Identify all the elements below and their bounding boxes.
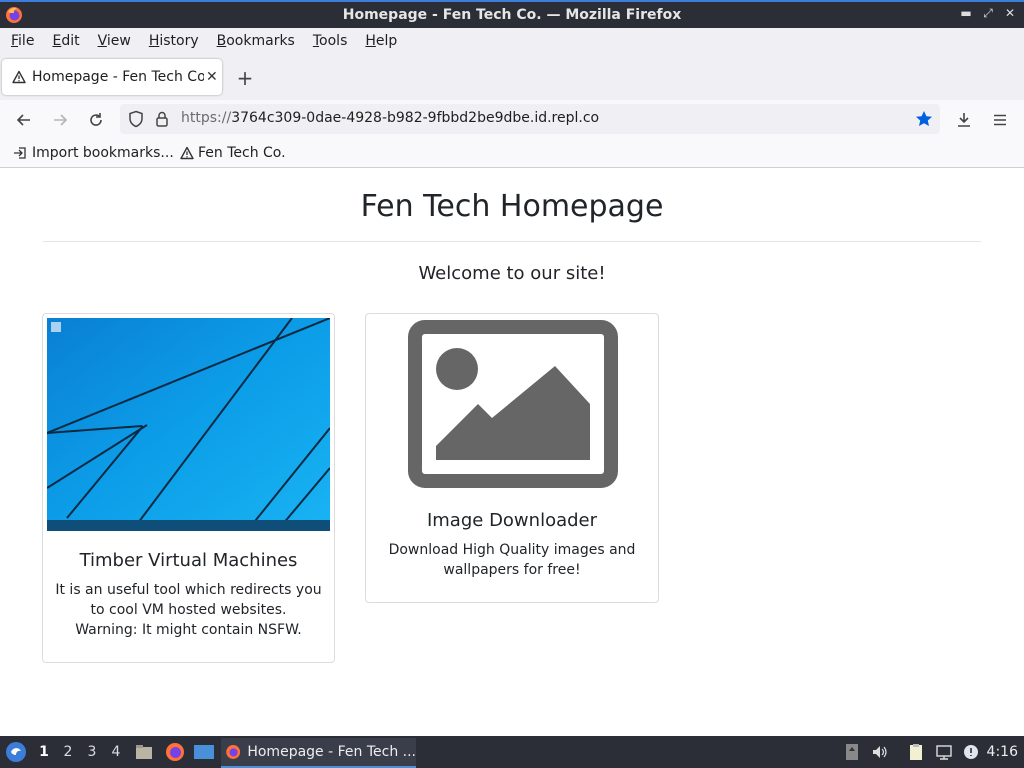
- wallpaper-lines: [47, 318, 330, 531]
- close-icon[interactable]: ✕: [1004, 6, 1016, 21]
- maximize-icon[interactable]: ⤢: [982, 6, 994, 21]
- forward-arrow-icon[interactable]: [49, 109, 71, 131]
- firefox-task-icon: [226, 745, 241, 759]
- network-icon[interactable]: [935, 743, 953, 761]
- clock: 4:16: [986, 744, 1018, 760]
- system-taskbar: 1 2 3 4 Homepage - Fen Tech ... 4:16: [0, 736, 1024, 768]
- bookmark-import-label: Import bookmarks...: [32, 145, 174, 161]
- menu-view-accel: V: [97, 33, 107, 49]
- menu-view-label: iew: [106, 33, 131, 49]
- bookmark-import[interactable]: Import bookmarks...: [12, 145, 174, 161]
- tab-homepage[interactable]: Homepage - Fen Tech Co. ✕: [2, 59, 222, 95]
- tab-label: Homepage - Fen Tech Co.: [32, 69, 204, 85]
- reload-icon[interactable]: [85, 109, 107, 131]
- taskbar-task-firefox[interactable]: Homepage - Fen Tech ...: [221, 738, 416, 768]
- volume-icon[interactable]: [871, 743, 889, 761]
- downloads-icon[interactable]: [953, 109, 975, 131]
- close-tab-icon[interactable]: ✕: [206, 69, 218, 85]
- menu-tools-label: ools: [319, 33, 348, 49]
- url-protocol: https://: [181, 110, 232, 126]
- bookmarks-bar: Import bookmarks... Fen Tech Co.: [0, 138, 1024, 168]
- menu-tools[interactable]: Tools: [306, 33, 355, 49]
- card-title-image-downloader: Image Downloader: [426, 510, 598, 531]
- navigation-bar: https://3764c309-0dae-4928-b982-9fbbd2be…: [0, 100, 1024, 138]
- menu-bookmarks-accel: B: [216, 33, 227, 49]
- taskbar-task-label: Homepage - Fen Tech ...: [247, 744, 416, 760]
- tab-strip: Homepage - Fen Tech Co. ✕ +: [0, 54, 1024, 100]
- tracking-shield-icon[interactable]: [128, 110, 144, 128]
- menu-help-accel: H: [365, 33, 376, 49]
- notification-icon[interactable]: [962, 743, 980, 761]
- file-manager-icon[interactable]: [134, 742, 154, 762]
- menu-bookmarks-label: ookmarks: [226, 33, 295, 49]
- menu-bar: File Edit View History Bookmarks Tools H…: [0, 28, 1024, 54]
- image-placeholder-icon: [408, 320, 618, 488]
- minimize-icon[interactable]: ▬: [960, 6, 972, 21]
- workspace-4[interactable]: 4: [109, 744, 123, 760]
- menu-file-accel: F: [11, 33, 19, 49]
- card-text-image-downloader: Download High Quality images and wallpap…: [388, 542, 636, 578]
- menu-file-label: ile: [18, 33, 35, 49]
- warning-triangle-icon: [180, 146, 194, 160]
- menu-edit-label: dit: [61, 33, 80, 49]
- menu-view[interactable]: View: [91, 33, 138, 49]
- menu-file[interactable]: File: [4, 33, 41, 49]
- warning-triangle-icon: [12, 70, 26, 84]
- card-timber-vm[interactable]: Timber Virtual Machines It is an useful …: [42, 313, 335, 663]
- window-titlebar: Homepage - Fen Tech Co. — Mozilla Firefo…: [0, 0, 1024, 28]
- workspace-2[interactable]: 2: [61, 744, 75, 760]
- bookmark-fen-tech-label: Fen Tech Co.: [198, 145, 286, 161]
- desktop-screenshot-image: [47, 318, 330, 531]
- menu-bookmarks[interactable]: Bookmarks: [210, 33, 302, 49]
- menu-edit-accel: E: [52, 33, 62, 49]
- url-text: https://3764c309-0dae-4928-b982-9fbbd2be…: [181, 110, 599, 126]
- hamburger-menu-icon[interactable]: [989, 109, 1011, 131]
- menu-help[interactable]: Help: [358, 33, 404, 49]
- url-host: 3764c309-0dae-4928-b982-9fbbd2be9dbe.id.…: [231, 110, 600, 126]
- desktop-taskbar: [47, 520, 330, 531]
- card-title-timber: Timber Virtual Machines: [79, 550, 298, 571]
- workspace-1[interactable]: 1: [37, 744, 51, 760]
- window-controls: ▬ ⤢ ✕: [960, 6, 1016, 21]
- divider: [43, 241, 981, 242]
- firefox-launcher-icon[interactable]: [164, 741, 186, 763]
- page-title: Fen Tech Homepage: [360, 189, 664, 224]
- url-bar[interactable]: https://3764c309-0dae-4928-b982-9fbbd2be…: [120, 104, 940, 134]
- menu-help-label: elp: [375, 33, 398, 49]
- terminal-icon[interactable]: [193, 743, 215, 761]
- menu-history[interactable]: History: [142, 33, 206, 49]
- page-content: Fen Tech Homepage Welcome to our site! T…: [0, 169, 1024, 736]
- menu-edit[interactable]: Edit: [45, 33, 86, 49]
- start-menu-icon[interactable]: [5, 741, 27, 763]
- menu-history-label: istory: [159, 33, 199, 49]
- welcome-text: Welcome to our site!: [418, 263, 606, 284]
- card-image-downloader[interactable]: Image Downloader Download High Quality i…: [365, 313, 659, 603]
- tray-upload-icon[interactable]: [843, 743, 861, 761]
- bookmark-fen-tech[interactable]: Fen Tech Co.: [180, 145, 286, 161]
- lock-icon[interactable]: [155, 110, 169, 128]
- card-warning-timber: Warning: It might contain NSFW.: [75, 622, 302, 638]
- card-text-timber: It is an useful tool which redirects you…: [55, 582, 322, 618]
- window-title: Homepage - Fen Tech Co. — Mozilla Firefo…: [342, 7, 682, 23]
- menu-history-accel: H: [148, 33, 160, 49]
- back-arrow-icon[interactable]: [13, 109, 35, 131]
- firefox-logo-icon: [6, 7, 22, 23]
- new-tab-icon[interactable]: +: [234, 66, 256, 90]
- bookmark-star-icon[interactable]: [914, 109, 934, 129]
- workspace-3[interactable]: 3: [85, 744, 99, 760]
- import-icon: [14, 147, 26, 159]
- clipboard-icon[interactable]: [907, 743, 925, 761]
